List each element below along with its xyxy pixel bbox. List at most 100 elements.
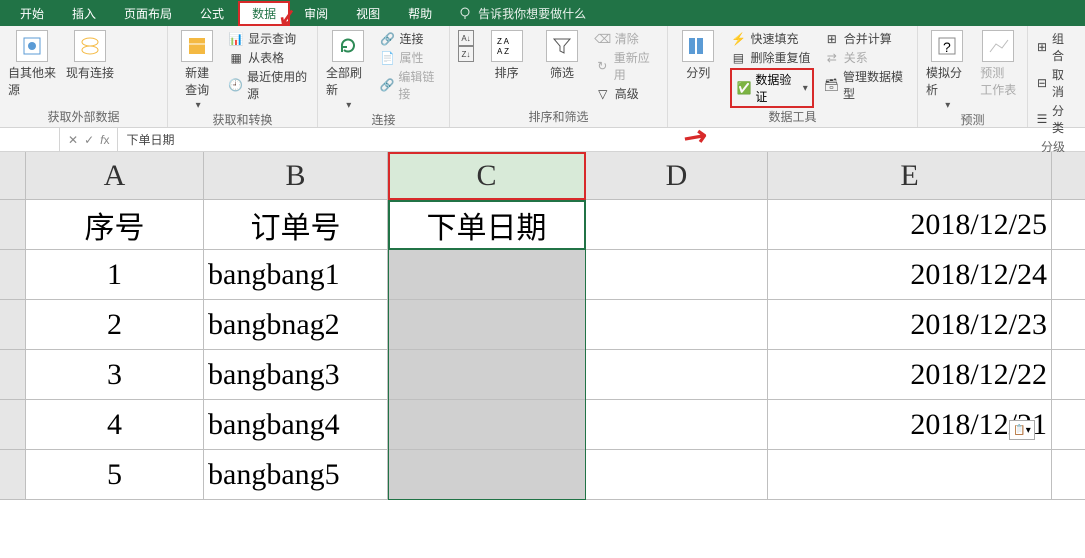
cell[interactable]: bangbang5: [204, 450, 388, 499]
ungroup-button[interactable]: ⊟取消: [1036, 66, 1070, 100]
ribbon-tabstrip: 开始 插入 页面布局 公式 数据 审阅 视图 帮助 告诉我你想要做什么 ↙: [0, 0, 1085, 26]
relationships-button: ⇄关系: [824, 49, 909, 66]
cell[interactable]: bangbang3: [204, 350, 388, 399]
tab-insert[interactable]: 插入: [58, 1, 110, 26]
text-to-columns-button[interactable]: 分列: [676, 30, 720, 81]
tell-me-box[interactable]: 告诉我你想要做什么: [458, 5, 586, 22]
connections-button[interactable]: 🔗连接: [379, 30, 441, 47]
cell[interactable]: 2: [26, 300, 204, 349]
group-data-tools-label: 数据工具: [676, 108, 909, 127]
edit-links-icon: 🔗: [379, 77, 394, 93]
recent-sources-button[interactable]: 🕘最近使用的源: [228, 68, 309, 102]
from-table-icon: ▦: [228, 50, 244, 66]
fx-icon[interactable]: fx: [100, 133, 109, 147]
tab-formulas[interactable]: 公式: [186, 1, 238, 26]
advanced-filter-button[interactable]: ▽高级: [595, 85, 659, 102]
manage-data-model-button[interactable]: 🗃管理数据模型: [824, 68, 909, 102]
tab-review[interactable]: 审阅: [290, 1, 342, 26]
col-header-e[interactable]: E: [768, 152, 1052, 199]
col-header-c[interactable]: C: [388, 152, 586, 199]
cell[interactable]: 1: [26, 250, 204, 299]
cell[interactable]: 5: [26, 450, 204, 499]
from-other-sources-button[interactable]: 自其他来源: [8, 30, 56, 98]
cell[interactable]: [388, 250, 586, 299]
cell[interactable]: [388, 450, 586, 499]
enter-formula-icon[interactable]: ✓: [84, 133, 94, 147]
cell[interactable]: [586, 200, 768, 249]
svg-text:?: ?: [943, 39, 951, 55]
cell[interactable]: [768, 450, 1052, 499]
tab-start[interactable]: 开始: [6, 1, 58, 26]
tab-page-layout[interactable]: 页面布局: [110, 1, 186, 26]
cell[interactable]: 3: [26, 350, 204, 399]
group-rows-button[interactable]: ⊞组合: [1036, 30, 1070, 64]
from-table-button[interactable]: ▦从表格: [228, 49, 309, 66]
flash-fill-button[interactable]: ⚡快速填充: [730, 30, 813, 47]
cell[interactable]: 下单日期: [388, 200, 586, 249]
row-header[interactable]: [0, 200, 26, 249]
row-header[interactable]: [0, 250, 26, 299]
cell[interactable]: 序号: [26, 200, 204, 249]
ungroup-icon: ⊟: [1036, 75, 1048, 91]
refresh-all-button[interactable]: 全部刷新: [326, 30, 369, 111]
clear-icon: ⌫: [595, 31, 611, 47]
formula-input[interactable]: 下单日期: [118, 128, 1085, 151]
data-validation-icon: ✅: [736, 81, 751, 95]
data-validation-button[interactable]: ✅数据验证: [730, 68, 813, 108]
new-query-button[interactable]: 新建 查询: [176, 30, 218, 111]
cell[interactable]: 4: [26, 400, 204, 449]
row-header[interactable]: [0, 300, 26, 349]
cell[interactable]: 2018/12/24: [768, 250, 1052, 299]
existing-connections-button[interactable]: 现有连接: [66, 30, 114, 81]
group-icon: ⊞: [1036, 39, 1048, 55]
col-header-a[interactable]: A: [26, 152, 204, 199]
filter-icon: [546, 30, 578, 62]
cell[interactable]: 2018/12/25: [768, 200, 1052, 249]
connections-icon: 🔗: [379, 31, 395, 47]
tab-view[interactable]: 视图: [342, 1, 394, 26]
sort-button[interactable]: Z AA Z 排序: [484, 30, 529, 81]
group-transform-label: 获取和转换: [176, 111, 309, 130]
cell[interactable]: [388, 300, 586, 349]
name-box[interactable]: [0, 128, 60, 151]
cell[interactable]: [586, 350, 768, 399]
cell[interactable]: bangbnag2: [204, 300, 388, 349]
advanced-icon: ▽: [595, 86, 611, 102]
cell[interactable]: bangbang1: [204, 250, 388, 299]
row-header[interactable]: [0, 450, 26, 499]
cell[interactable]: [388, 350, 586, 399]
column-headers: A B C D E: [0, 152, 1085, 200]
tab-help[interactable]: 帮助: [394, 1, 446, 26]
tab-data[interactable]: 数据: [238, 1, 290, 26]
whatif-button[interactable]: ? 模拟分析: [926, 30, 968, 111]
subtotal-icon: ☰: [1036, 111, 1048, 127]
paste-options-button[interactable]: 📋▾: [1009, 420, 1035, 440]
show-query-button[interactable]: 📊显示查询: [228, 30, 309, 47]
cell[interactable]: 2018/12/22: [768, 350, 1052, 399]
remove-duplicates-button[interactable]: ▤删除重复值: [730, 49, 813, 66]
cell[interactable]: [586, 300, 768, 349]
edit-links-button: 🔗编辑链接: [379, 68, 441, 102]
sort-desc-button[interactable]: Z↓: [458, 46, 474, 62]
sort-asc-button[interactable]: A↓: [458, 30, 474, 46]
subtotal-button[interactable]: ☰分类: [1036, 102, 1070, 136]
recent-sources-icon: 🕘: [228, 77, 243, 93]
cell[interactable]: [586, 250, 768, 299]
cancel-formula-icon[interactable]: ✕: [68, 133, 78, 147]
row-header[interactable]: [0, 400, 26, 449]
select-all-triangle[interactable]: [0, 152, 26, 199]
cell[interactable]: [388, 400, 586, 449]
cell[interactable]: 订单号: [204, 200, 388, 249]
cell[interactable]: bangbang4: [204, 400, 388, 449]
row-header[interactable]: [0, 350, 26, 399]
col-header-d[interactable]: D: [586, 152, 768, 199]
cell[interactable]: 2018/12/23: [768, 300, 1052, 349]
consolidate-button[interactable]: ⊞合并计算: [824, 30, 909, 47]
cell[interactable]: [586, 450, 768, 499]
filter-button[interactable]: 筛选: [539, 30, 584, 81]
cell[interactable]: [586, 400, 768, 449]
svg-text:A Z: A Z: [497, 47, 509, 56]
whatif-icon: ?: [931, 30, 963, 62]
col-header-b[interactable]: B: [204, 152, 388, 199]
group-sort-filter-label: 排序和筛选: [458, 108, 659, 127]
